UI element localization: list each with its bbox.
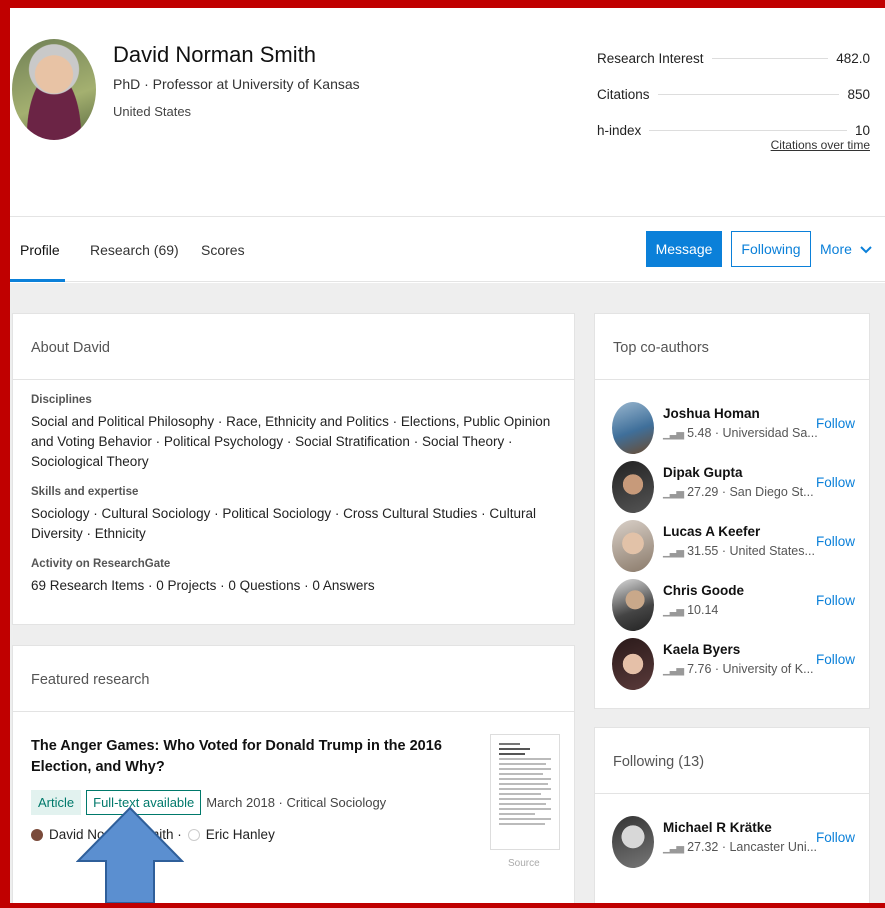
coauthor-meta: 7.76 · University of K...	[687, 662, 814, 676]
stat-divider	[711, 57, 829, 59]
tab-scores[interactable]: Scores	[201, 242, 245, 258]
tab-profile[interactable]: Profile	[20, 242, 60, 258]
top-coauthors-card: Top co-authors Joshua Homan ▁▃▅ 5.48 · Un…	[594, 313, 870, 709]
coauthor-name[interactable]: Joshua Homan	[663, 406, 760, 421]
tab-bar: Profile Research (69) Scores Message Fol…	[10, 216, 885, 282]
follow-button[interactable]: Follow	[816, 534, 855, 549]
stats-panel: Research Interest 482.0 Citations 850 h-…	[597, 40, 870, 153]
following-meta: 27.32 · Lancaster Uni...	[687, 840, 818, 854]
stat-value: 482.0	[836, 50, 870, 66]
article-badge: Article	[31, 790, 82, 815]
active-tab-indicator	[10, 279, 65, 282]
author-avatar-icon	[31, 828, 43, 841]
chevron-down-icon	[860, 246, 872, 254]
avatar[interactable]	[612, 520, 654, 572]
frame-left-border	[0, 0, 10, 908]
list-item: Joshua Homan ▁▃▅ 5.48 · Universidad Sa...…	[595, 396, 869, 455]
author-placeholder-icon	[187, 828, 200, 841]
profile-page: David Norman Smith PhD · Professor at Un…	[10, 8, 885, 903]
frame-bottom-border	[0, 903, 885, 908]
score-bars-icon: ▁▃▅	[663, 547, 684, 558]
stat-value: 850	[847, 86, 870, 102]
stat-label: h-index	[597, 122, 642, 138]
following-card: Following (13) Michael R Krätke ▁▃▅ 27.32…	[594, 727, 870, 903]
tab-research[interactable]: Research (69)	[90, 242, 179, 258]
profile-name: David Norman Smith	[113, 42, 316, 67]
about-title: About David	[13, 314, 574, 380]
profile-subtitle: PhD · Professor at University of Kansas	[113, 76, 360, 92]
avatar[interactable]	[612, 461, 654, 513]
featured-title: Featured research	[13, 646, 574, 712]
paper-title[interactable]: The Anger Games: Who Voted for Donald Tr…	[31, 736, 471, 778]
stat-value: 10	[854, 122, 870, 138]
list-item: Michael R Krätke ▁▃▅ 27.32 · Lancaster Un…	[595, 810, 869, 869]
follow-button[interactable]: Follow	[816, 593, 855, 608]
following-button[interactable]: Following	[731, 231, 811, 267]
score-bars-icon: ▁▃▅	[663, 665, 684, 676]
list-item: Dipak Gupta ▁▃▅ 27.29 · San Diego St... F…	[595, 455, 869, 514]
score-bars-icon: ▁▃▅	[663, 606, 684, 617]
frame-top-border	[0, 0, 885, 8]
following-name[interactable]: Michael R Krätke	[663, 820, 772, 835]
coauthor-meta: 27.29 · San Diego St...	[687, 485, 814, 499]
avatar[interactable]	[612, 579, 654, 631]
coauthor-meta: 31.55 · United States...	[687, 544, 815, 558]
paper-meta: March 2018 · Critical Sociology	[206, 795, 387, 810]
follow-button[interactable]: Follow	[816, 416, 855, 431]
about-card: About David Disciplines Social and Polit…	[12, 313, 575, 625]
message-button[interactable]: Message	[646, 231, 722, 267]
stat-research-interest[interactable]: Research Interest 482.0	[597, 40, 870, 76]
avatar[interactable]	[612, 816, 654, 868]
coauthor-meta: 5.48 · Universidad Sa...	[687, 426, 818, 440]
coauthor-name[interactable]: Kaela Byers	[663, 642, 740, 657]
coauthor-name[interactable]: Chris Goode	[663, 583, 744, 598]
follow-button[interactable]: Follow	[816, 475, 855, 490]
coauthor-meta: 10.14	[687, 603, 719, 617]
stat-divider	[649, 129, 847, 131]
coauthor-name[interactable]: Dipak Gupta	[663, 465, 743, 480]
skills-label: Skills and expertise	[31, 486, 139, 498]
stat-divider	[657, 93, 840, 95]
stat-citations[interactable]: Citations 850	[597, 76, 870, 112]
paper-thumbnail[interactable]	[490, 734, 560, 850]
activity-label: Activity on ResearchGate	[31, 558, 171, 570]
stat-label: Citations	[597, 86, 650, 102]
disciplines-label: Disciplines	[31, 394, 92, 406]
score-bars-icon: ▁▃▅	[663, 843, 684, 854]
list-item: Lucas A Keefer ▁▃▅ 31.55 · United States.…	[595, 514, 869, 573]
coauthors-title: Top co-authors	[595, 314, 869, 380]
author-link[interactable]: Eric Hanley	[206, 827, 275, 842]
activity-text[interactable]: 69 Research Items · 0 Projects · 0 Quest…	[31, 576, 556, 596]
more-label: More	[820, 241, 852, 257]
thumbnail-caption: Source	[508, 858, 540, 869]
avatar[interactable]	[612, 638, 654, 690]
profile-header: David Norman Smith PhD · Professor at Un…	[10, 8, 885, 216]
stat-label: Research Interest	[597, 50, 704, 66]
following-title: Following (13)	[595, 728, 869, 794]
avatar[interactable]	[12, 39, 96, 140]
avatar[interactable]	[612, 402, 654, 454]
citations-over-time-link[interactable]: Citations over time	[771, 138, 870, 152]
follow-button[interactable]: Follow	[816, 652, 855, 667]
skills-text[interactable]: Sociology · Cultural Sociology · Politic…	[31, 504, 556, 544]
follow-button[interactable]: Follow	[816, 830, 855, 845]
list-item: Kaela Byers ▁▃▅ 7.76 · University of K...…	[595, 632, 869, 691]
coauthor-name[interactable]: Lucas A Keefer	[663, 524, 760, 539]
list-item: Chris Goode ▁▃▅ 10.14 Follow	[595, 573, 869, 632]
more-button[interactable]: More	[820, 241, 872, 257]
score-bars-icon: ▁▃▅	[663, 488, 684, 499]
disciplines-text[interactable]: Social and Political Philosophy · Race, …	[31, 412, 556, 472]
arrow-up-icon	[76, 806, 184, 903]
profile-country: United States	[113, 104, 192, 119]
score-bars-icon: ▁▃▅	[663, 429, 684, 440]
